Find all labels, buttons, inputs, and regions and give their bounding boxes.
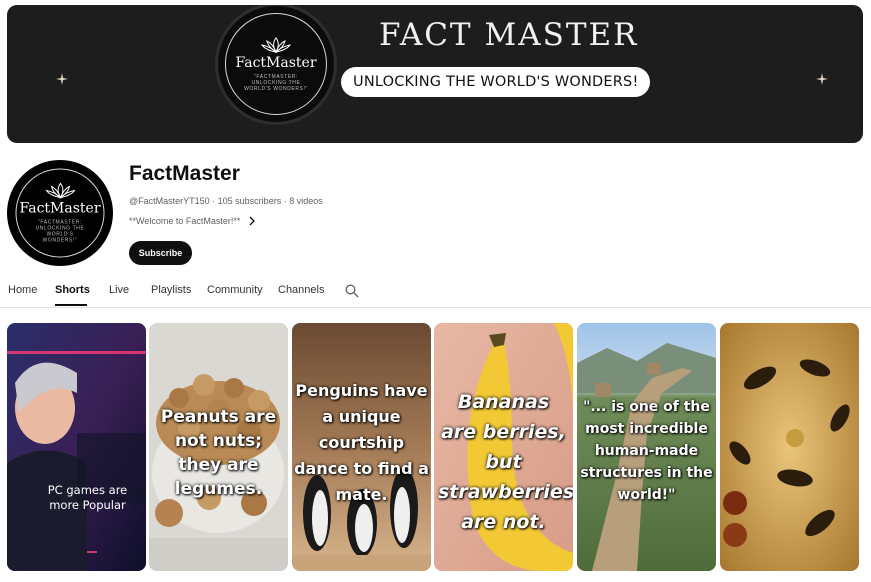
channel-avatar[interactable]: FactMaster "FACTMASTER: UNLOCKING THE WO… [7,160,113,266]
avatar-logo-tagline: "FACTMASTER: UNLOCKING THE WORLD'S WONDE… [35,219,85,244]
tab-playlists[interactable]: Playlists [151,284,191,296]
short-caption: "... is one of the most incredible human… [580,399,713,503]
banner-tagline: UNLOCKING THE WORLD'S WONDERS! [341,67,651,97]
bees-thumbnail-image [720,323,859,571]
tab-live[interactable]: Live [109,284,129,296]
short-caption: Bananas are berries, but strawberries ar… [438,391,573,533]
active-tab-indicator [55,304,87,306]
channel-name: FactMaster [129,162,240,185]
channel-description-text: **Welcome to FactMaster!** [129,216,241,226]
short-caption: Peanuts are not nuts; they are legumes. [160,407,277,499]
banner-logo-tagline: "FACTMASTER: UNLOCKING THE WORLD'S WONDE… [244,73,308,92]
sparkle-icon [816,73,828,85]
channel-banner: FactMaster "FACTMASTER: UNLOCKING THE WO… [7,5,863,143]
short-thumbnail[interactable] [720,323,859,571]
sparkle-icon [56,73,68,85]
short-thumbnail[interactable]: "... is one of the most incredible human… [577,323,716,571]
lotus-icon [45,182,75,199]
channel-description[interactable]: **Welcome to FactMaster!** [129,216,256,226]
short-thumbnail[interactable]: Penguins have a unique courtship dance t… [292,323,431,571]
banner-logo-name: FactMaster [235,54,317,71]
channel-meta: @FactMasterYT150 · 105 subscribers · 8 v… [129,196,323,206]
tab-shorts[interactable]: Shorts [55,284,90,296]
lotus-icon [260,36,291,53]
channel-tabs: Home Shorts Live Playlists Community Cha… [0,276,871,308]
tab-community[interactable]: Community [207,284,263,296]
short-thumbnail[interactable]: Bananas are berries, but strawberries ar… [434,323,573,571]
avatar-logo-name: FactMaster [19,200,101,217]
short-thumbnail[interactable]: PC games are more Popular [7,323,146,571]
short-caption: Penguins have a unique courtship dance t… [294,381,429,504]
banner-title: FACT MASTER [379,17,639,53]
short-thumbnail[interactable]: Peanuts are not nuts; they are legumes. [149,323,288,571]
subscribe-button[interactable]: Subscribe [129,241,192,265]
tab-channels[interactable]: Channels [278,284,324,296]
search-icon[interactable] [345,284,359,298]
tab-home[interactable]: Home [8,284,37,296]
chevron-right-icon [249,216,256,226]
gamer-thumbnail-image [7,323,146,571]
short-caption: PC games are more Popular [47,483,128,512]
banner-logo: FactMaster "FACTMASTER: UNLOCKING THE WO… [215,5,337,125]
